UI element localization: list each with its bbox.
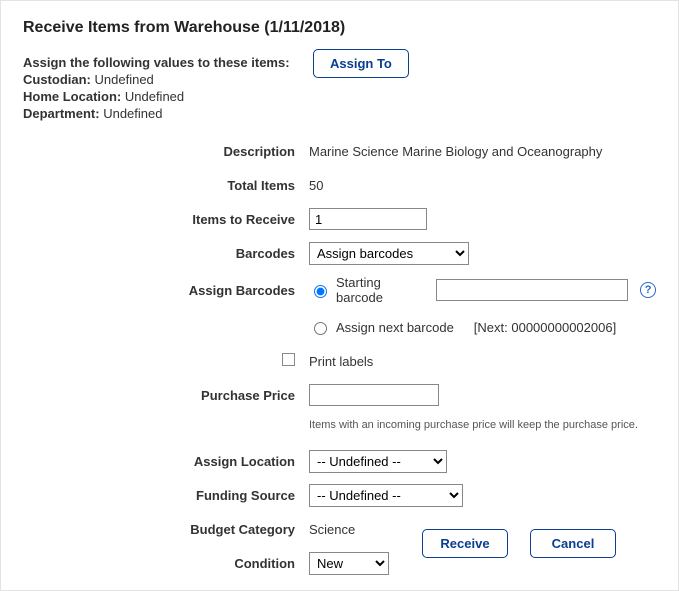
- funding-source-select[interactable]: -- Undefined --: [309, 484, 463, 507]
- home-location-label: Home Location:: [23, 89, 121, 104]
- assign-barcodes-label: Assign Barcodes: [23, 283, 309, 298]
- total-items-value: 50: [309, 178, 656, 193]
- budget-category-label: Budget Category: [23, 522, 309, 537]
- print-labels-checkbox[interactable]: [282, 353, 295, 366]
- receive-button[interactable]: Receive: [422, 529, 508, 558]
- footer-buttons: Receive Cancel: [422, 529, 616, 558]
- form-area: Description Marine Science Marine Biolog…: [23, 139, 656, 575]
- print-labels-label: Print labels: [309, 354, 656, 369]
- items-to-receive-label: Items to Receive: [23, 212, 309, 227]
- purchase-price-label: Purchase Price: [23, 388, 309, 403]
- barcodes-label: Barcodes: [23, 246, 309, 261]
- condition-label: Condition: [23, 556, 309, 571]
- assign-next-barcode-radio[interactable]: [314, 322, 327, 335]
- description-value: Marine Science Marine Biology and Oceano…: [309, 144, 656, 159]
- condition-select[interactable]: New: [309, 552, 389, 575]
- help-icon[interactable]: ?: [640, 282, 656, 298]
- cancel-button[interactable]: Cancel: [530, 529, 616, 558]
- page-title: Receive Items from Warehouse (1/11/2018): [23, 19, 656, 37]
- starting-barcode-input[interactable]: [436, 279, 629, 301]
- custodian-value: Undefined: [95, 72, 154, 87]
- starting-barcode-label: Starting barcode: [336, 275, 430, 305]
- assign-to-button[interactable]: Assign To: [313, 49, 409, 78]
- assign-values-section: Assign To Assign the following values to…: [23, 55, 656, 121]
- funding-source-label: Funding Source: [23, 488, 309, 503]
- receive-items-dialog: Receive Items from Warehouse (1/11/2018)…: [0, 0, 679, 591]
- starting-barcode-radio[interactable]: [314, 285, 327, 298]
- custodian-label: Custodian:: [23, 72, 91, 87]
- assign-next-barcode-label: Assign next barcode: [336, 320, 454, 335]
- barcodes-select[interactable]: Assign barcodes: [309, 242, 469, 265]
- total-items-label: Total Items: [23, 178, 309, 193]
- description-label: Description: [23, 144, 309, 159]
- assign-location-select[interactable]: -- Undefined --: [309, 450, 447, 473]
- department-label: Department:: [23, 106, 100, 121]
- home-location-value: Undefined: [125, 89, 184, 104]
- purchase-price-hint: Items with an incoming purchase price wi…: [309, 419, 656, 431]
- department-value: Undefined: [103, 106, 162, 121]
- next-barcode-text: [Next: 00000000002006]: [474, 320, 616, 335]
- purchase-price-input[interactable]: [309, 384, 439, 406]
- assign-location-label: Assign Location: [23, 454, 309, 469]
- items-to-receive-input[interactable]: [309, 208, 427, 230]
